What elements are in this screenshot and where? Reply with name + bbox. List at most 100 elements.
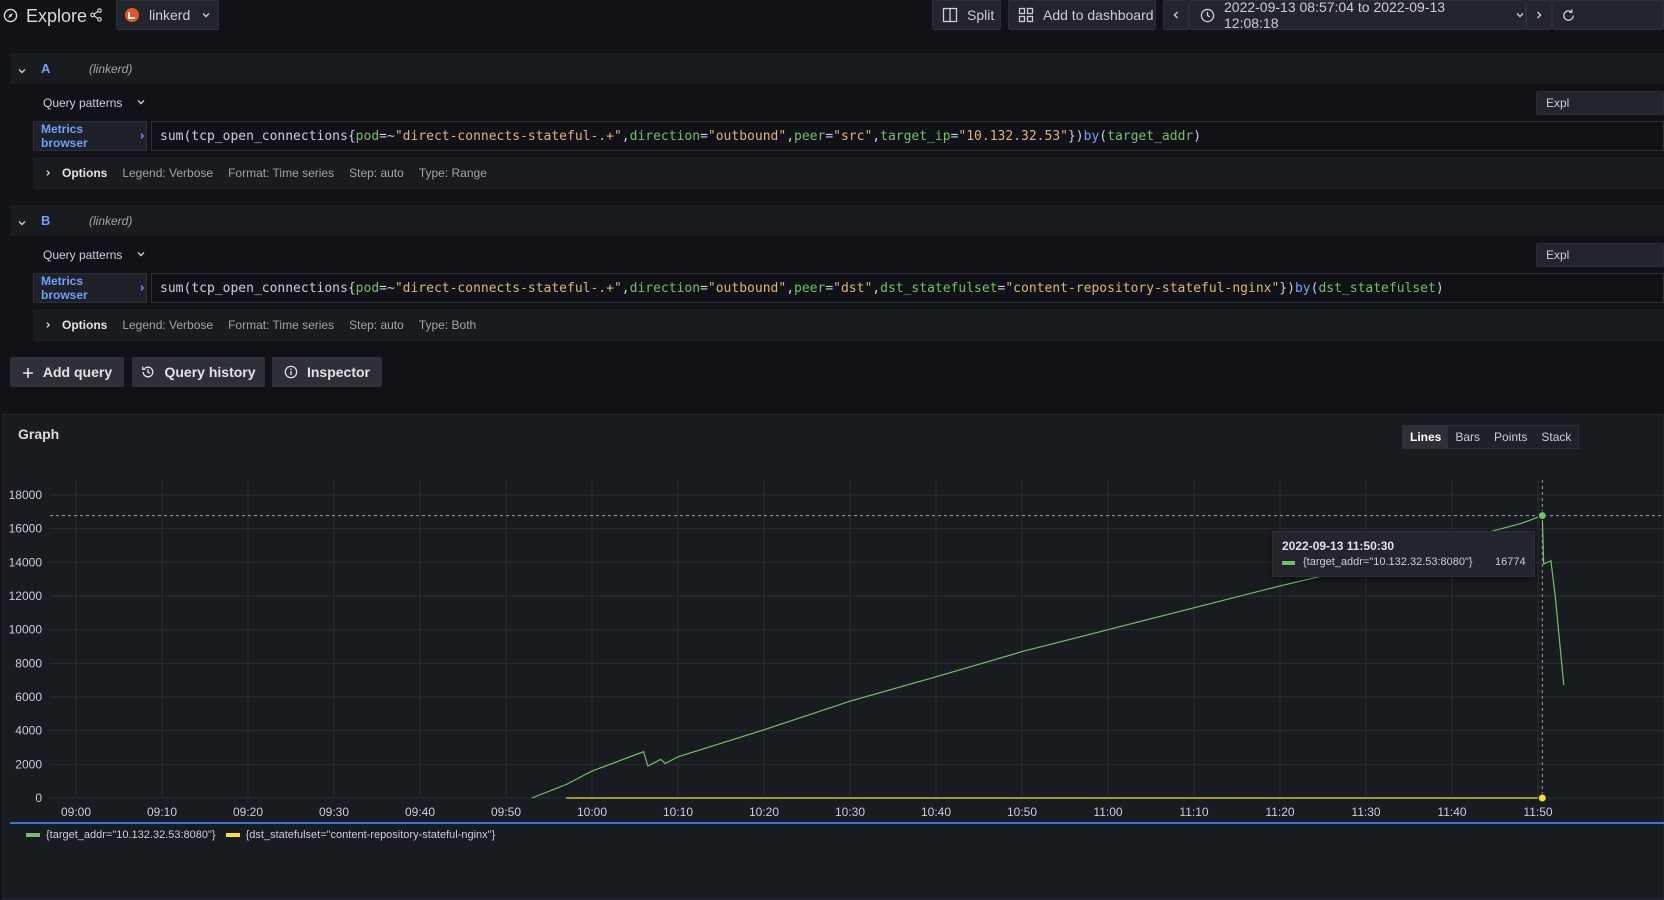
query-expression-input[interactable]: sum(tcp_open_connections{pod =~ "direct-co… xyxy=(151,121,1664,151)
plus-icon xyxy=(22,366,34,378)
graph-mode-switcher[interactable]: Lines Bars Points Stack xyxy=(1402,425,1580,449)
add-query-label: Add query xyxy=(42,364,113,380)
linkerd-logo-icon xyxy=(124,7,140,23)
expression-token: by xyxy=(1294,280,1311,296)
collapse-chevron-icon[interactable] xyxy=(17,64,27,79)
collapse-chevron-icon[interactable] xyxy=(17,216,27,231)
mode-bars[interactable]: Bars xyxy=(1448,426,1487,448)
share-icon[interactable] xyxy=(89,8,103,22)
format-option: Format: Time series xyxy=(228,318,335,332)
query-history-label: Query history xyxy=(164,364,256,380)
expression-token: pod xyxy=(355,280,380,296)
time-series-chart[interactable]: 09:00 09:10 09:20 09:30 09:40 09:50 10:00 10:10… xyxy=(0,470,1664,830)
datasource-picker[interactable]: linkerd xyxy=(116,0,219,30)
x-tick-label: 11:40 xyxy=(1437,805,1466,819)
expression-token: ( xyxy=(1099,128,1108,144)
x-tick-label: 10:50 xyxy=(1007,805,1037,819)
time-range-picker[interactable]: 2022-09-13 08:57:04 to 2022-09-13 12:08:… xyxy=(1189,0,1526,31)
expression-token: sum(tcp_open_connections{ xyxy=(160,128,356,144)
query-letter: A xyxy=(41,61,51,76)
expression-token: "src" xyxy=(833,128,873,144)
legend-swatch xyxy=(225,833,240,837)
y-tick-label: 12000 xyxy=(9,589,43,603)
explain-toggle[interactable]: Expl xyxy=(1536,243,1664,267)
query-expression-input[interactable]: sum(tcp_open_connections{pod =~ "direct-co… xyxy=(151,273,1664,303)
add-to-dashboard-button[interactable]: Add to dashboard xyxy=(1008,0,1156,30)
inspector-label: Inspector xyxy=(306,364,370,380)
query-history-button[interactable]: Query history xyxy=(132,357,265,387)
query-patterns-label: Query patterns xyxy=(43,96,123,110)
mode-stack[interactable]: Stack xyxy=(1534,426,1578,448)
clock-icon xyxy=(1200,8,1215,23)
x-tick-label: 11:20 xyxy=(1265,805,1294,819)
query-datasource: (linkerd) xyxy=(89,214,133,228)
expression-token: ) xyxy=(1193,128,1202,144)
x-tick-label: 10:30 xyxy=(835,805,865,819)
x-tick-label: 10:00 xyxy=(577,805,607,819)
x-tick-label: 09:20 xyxy=(233,805,263,819)
chevron-right-icon xyxy=(1534,7,1544,23)
metrics-browser-button[interactable]: Metrics browser xyxy=(33,121,147,151)
legend-item[interactable]: {target_addr="10.132.32.53:8080"} xyxy=(26,829,216,841)
query-b-header[interactable]: B (linkerd) xyxy=(10,205,1664,236)
query-patterns-dropdown[interactable]: Query patterns xyxy=(43,248,146,262)
time-back-button[interactable] xyxy=(1163,0,1189,30)
chart-legend: {target_addr="10.132.32.53:8080"} {dst_s… xyxy=(10,822,1664,842)
time-range-label: 2022-09-13 08:57:04 to 2022-09-13 12:08:… xyxy=(1224,0,1446,31)
y-tick-label: 8000 xyxy=(15,656,42,670)
query-options-row[interactable]: Options Legend: Verbose Format: Time ser… xyxy=(33,157,1664,189)
metrics-browser-label: Metrics browser xyxy=(41,274,88,302)
expression-token: , xyxy=(621,128,630,144)
expression-token: = xyxy=(997,280,1006,296)
expression-token: =~ xyxy=(379,128,395,144)
expression-token: = xyxy=(700,280,708,296)
expression-token: target_ip xyxy=(880,128,951,144)
mode-lines[interactable]: Lines xyxy=(1403,426,1449,448)
query-a-header[interactable]: A (linkerd) xyxy=(10,53,1664,84)
step-option: Step: auto xyxy=(349,318,404,332)
chevron-right-icon xyxy=(138,129,146,143)
expression-token: by xyxy=(1083,128,1100,144)
add-query-button[interactable]: Add query xyxy=(10,357,124,387)
query-options-row[interactable]: Options Legend: Verbose Format: Time ser… xyxy=(33,309,1664,341)
metrics-browser-button[interactable]: Metrics browser xyxy=(33,273,147,303)
chevron-down-icon xyxy=(1515,7,1525,23)
mode-points[interactable]: Points xyxy=(1487,426,1534,448)
info-circle-icon xyxy=(284,365,298,379)
legend-label: {dst_statefulset="content-repository-sta… xyxy=(245,829,496,841)
explain-label: Expl xyxy=(1546,96,1570,110)
options-label: Options xyxy=(62,166,108,180)
expression-token: ( xyxy=(1310,280,1319,296)
expression-token: "10.132.32.53" xyxy=(958,128,1068,144)
split-button[interactable]: Split xyxy=(932,0,1001,30)
chevron-right-icon xyxy=(138,281,146,295)
inspector-button[interactable]: Inspector xyxy=(272,357,382,387)
expression-token: }) xyxy=(1279,280,1295,296)
step-option: Step: auto xyxy=(349,166,404,180)
expression-token: dst_statefulset xyxy=(1318,280,1436,296)
x-tick-label: 09:30 xyxy=(319,805,349,819)
refresh-button[interactable] xyxy=(1552,0,1664,30)
query-letter: B xyxy=(41,213,51,228)
tooltip-swatch xyxy=(1282,561,1295,565)
legend-option: Legend: Verbose xyxy=(122,166,214,180)
x-tick-label: 09:50 xyxy=(491,805,521,819)
chevron-down-icon xyxy=(201,7,211,23)
split-icon xyxy=(942,7,958,23)
expression-token: dst_statefulset xyxy=(880,280,998,296)
tooltip-time: 2022-09-13 11:50:30 xyxy=(1282,539,1395,553)
x-tick-label: 11:00 xyxy=(1093,805,1122,819)
add-to-dashboard-label: Add to dashboard xyxy=(1043,7,1154,23)
legend-item[interactable]: {dst_statefulset="content-repository-sta… xyxy=(225,829,496,841)
explain-toggle[interactable]: Expl xyxy=(1536,91,1664,115)
expression-token: direction xyxy=(629,280,701,296)
query-patterns-dropdown[interactable]: Query patterns xyxy=(43,96,146,110)
graph-title: Graph xyxy=(18,426,60,442)
page-title: Explore xyxy=(26,6,88,26)
x-tick-label: 09:10 xyxy=(147,805,177,819)
y-tick-label: 16000 xyxy=(9,522,43,536)
expression-token: "direct-connects-stateful-.+" xyxy=(394,128,622,144)
y-tick-label: 10000 xyxy=(9,623,43,637)
expression-token: sum(tcp_open_connections{ xyxy=(160,280,356,296)
time-forward-button[interactable] xyxy=(1526,0,1552,30)
